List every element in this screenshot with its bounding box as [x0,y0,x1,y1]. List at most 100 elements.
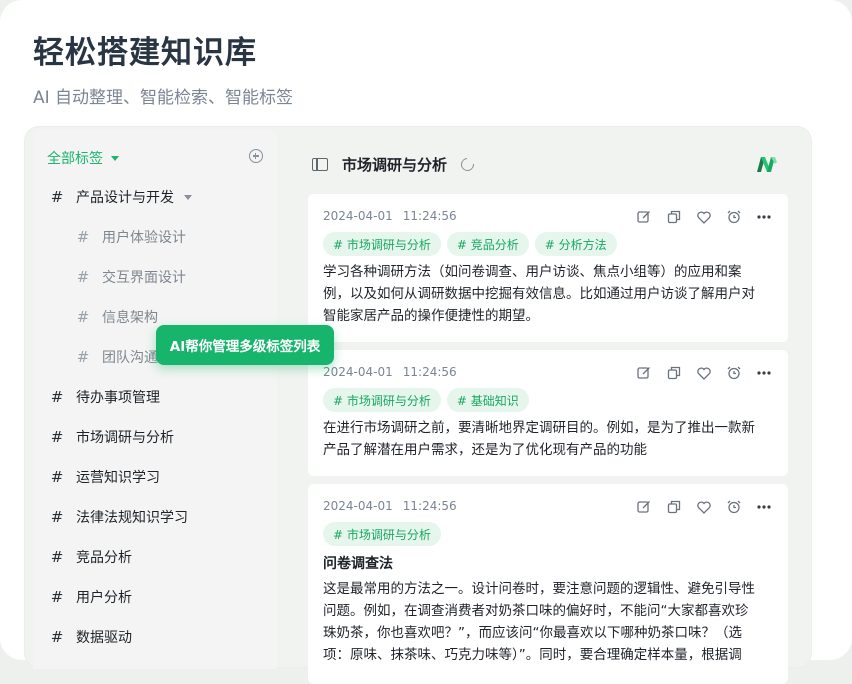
note-date: 2024-04-01 [323,209,393,223]
sidebar-item-label: 交互界面设计 [102,270,186,286]
tag-chip[interactable]: # 分析方法 [534,232,617,256]
note-tags: # 市场调研与分析 [323,522,441,546]
alarm-clock-icon[interactable] [726,365,742,381]
note-time: 11:24:56 [402,365,457,379]
edit-icon[interactable] [636,499,652,515]
sidebar-item-label: 待办事项管理 [76,390,160,406]
sidebar-item-label: 团队沟通 [102,350,158,366]
note-line: 项：原味、抹茶味、巧克力味等）”。同时，要合理确定样本量，根据调 [323,647,742,663]
note-line: 例，以及如何从调研数据中挖掘有效信息。比如通过用户访谈了解用户对 [323,286,755,302]
note-tags: # 市场调研与分析 # 基础知识 [323,388,529,412]
edit-icon[interactable] [636,365,652,381]
sidebar-item-label: 用户体验设计 [102,230,186,246]
sidebar-item-product-design[interactable]: # 产品设计与开发 [33,179,277,215]
sidebar-item-ux-design[interactable]: # 用户体验设计 [33,219,277,255]
sidebar-item-data-driven[interactable]: # 数据驱动 [33,619,277,655]
refresh-icon[interactable] [458,154,477,174]
sidebar-item-competitor[interactable]: # 竞品分析 [33,539,277,575]
chevron-down-icon [111,155,119,161]
all-tags-label: 全部标签 [47,151,103,167]
tag-chip[interactable]: # 市场调研与分析 [323,522,441,546]
sidebar-item-ui-design[interactable]: # 交互界面设计 [33,259,277,295]
note-content: 这是最常用的方法之一。设计问卷时，要注意问题的逻辑性、避免引导性 问题。例如，在… [323,578,775,666]
note-heading: 问卷调查法 [323,556,393,572]
note-time: 11:24:56 [402,209,457,223]
all-tags-dropdown[interactable]: 全部标签 [47,147,119,169]
sidebar-toggle-icon[interactable] [312,157,328,171]
note-line: 在进行市场调研之前，要清晰地界定调研目的。例如，是为了推出一款新 [323,420,755,436]
more-icon[interactable] [756,365,772,381]
tag-chip[interactable]: # 市场调研与分析 [323,232,441,256]
note-time: 11:24:56 [402,499,457,513]
sidebar-item-todo[interactable]: # 待办事项管理 [33,379,277,415]
sidebar-item-label: 法律法规知识学习 [76,510,188,526]
hero-title: 轻松搭建知识库 [33,35,257,71]
hash-icon: # [50,548,64,566]
hash-icon: # [50,428,64,446]
copy-icon[interactable] [666,365,682,381]
sidebar-item-law[interactable]: # 法律法规知识学习 [33,499,277,535]
sidebar-item-label: 市场调研与分析 [76,430,174,446]
alarm-clock-icon[interactable] [726,499,742,515]
hash-icon: # [50,388,64,406]
tag-chip[interactable]: # 基础知识 [446,388,529,412]
hash-icon: # [50,468,64,486]
sidebar-item-label: 运营知识学习 [76,470,160,486]
note-line: 智能家居产品的操作便捷性的期望。 [323,308,539,324]
copy-icon[interactable] [666,209,682,225]
more-icon[interactable] [756,209,772,225]
alarm-clock-icon[interactable] [726,209,742,225]
sidebar-item-label: 信息架构 [102,310,158,326]
note-actions [636,209,772,225]
tag-chip[interactable]: # 竞品分析 [446,232,529,256]
sidebar-item-label: 竞品分析 [76,550,132,566]
chevron-down-icon[interactable] [184,194,192,200]
edit-icon[interactable] [636,209,652,225]
hash-icon: # [50,508,64,526]
note-card[interactable]: 2024-04-01 11:24:56 # 市场调研与分析 # 基础知识 在进行市… [308,350,788,476]
note-line: 这是最常用的方法之一。设计问卷时，要注意问题的逻辑性、避免引导性 [323,581,755,597]
sidebar-item-label: 数据驱动 [76,630,132,646]
note-actions [636,499,772,515]
heart-icon[interactable] [696,499,712,515]
hero-subtitle: AI 自动整理、智能检索、智能标签 [33,88,294,108]
page-title: 市场调研与分析 [342,155,448,174]
note-date: 2024-04-01 [323,365,393,379]
hash-icon: # [76,228,90,246]
note-card[interactable]: 2024-04-01 11:24:56 # 市场调研与分析 问卷调查法 这是最常用… [308,484,788,684]
sidebar-item-label: 用户分析 [76,590,132,606]
note-line: 问题。例如，在调查消费者对奶茶口味的偏好时，不能问“大家都喜欢珍 [323,603,749,619]
note-timestamp: 2024-04-01 11:24:56 [323,365,457,379]
sidebar-item-user-analysis[interactable]: # 用户分析 [33,579,277,615]
hash-icon: # [76,308,90,326]
sidebar-item-operations[interactable]: # 运营知识学习 [33,459,277,495]
hash-icon: # [76,268,90,286]
ai-tooltip: AI帮你管理多级标签列表 [156,325,334,365]
note-date: 2024-04-01 [323,499,393,513]
tag-chip[interactable]: # 市场调研与分析 [323,388,441,412]
more-icon[interactable] [756,499,772,515]
hash-icon: # [50,588,64,606]
hash-icon: # [50,628,64,646]
note-actions [636,365,772,381]
note-card[interactable]: 2024-04-01 11:24:56 # 市场调研与分析 # 竞品分析 # 分析… [308,194,788,342]
note-line: 产品了解潜在用户需求，还是为了优化现有产品的功能 [323,442,647,458]
main-header: 市场调研与分析 [312,150,477,178]
note-timestamp: 2024-04-01 11:24:56 [323,499,457,513]
hash-icon: # [50,188,64,206]
note-content: 在进行市场调研之前，要清晰地界定调研目的。例如，是为了推出一款新 产品了解潜在用… [323,417,775,461]
add-circle-icon[interactable] [249,149,263,163]
note-timestamp: 2024-04-01 11:24:56 [323,209,457,223]
page-card: 轻松搭建知识库 AI 自动整理、智能检索、智能标签 全部标签 # 产品设计与开发… [0,0,852,684]
hash-icon: # [76,348,90,366]
note-line: 珠奶茶，你也喜欢吧？”，而应该问“你最喜欢以下哪种奶茶口味？（选 [323,625,742,641]
tag-sidebar: 全部标签 # 产品设计与开发 # 用户体验设计 # 交互界面设计 # 信息架构 … [33,129,277,669]
note-content: 学习各种调研方法（如问卷调查、用户访谈、焦点小组等）的应用和案 例，以及如何从调… [323,261,775,327]
heart-icon[interactable] [696,209,712,225]
copy-icon[interactable] [666,499,682,515]
note-tags: # 市场调研与分析 # 竞品分析 # 分析方法 [323,232,617,256]
heart-icon[interactable] [696,365,712,381]
sidebar-item-market-research[interactable]: # 市场调研与分析 [33,419,277,455]
brand-logo-icon [757,157,777,172]
note-line: 学习各种调研方法（如问卷调查、用户访谈、焦点小组等）的应用和案 [323,264,742,280]
